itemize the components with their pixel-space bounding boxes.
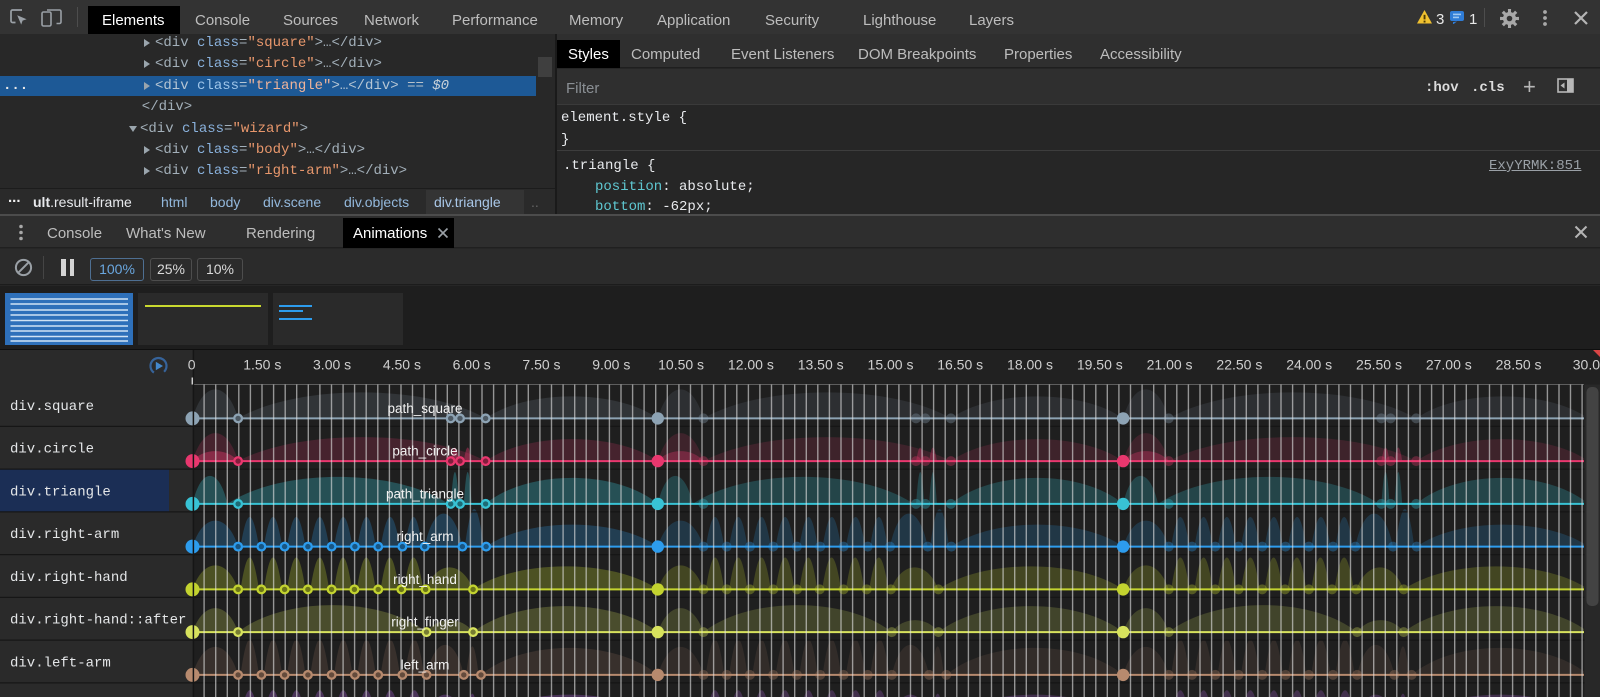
svg-text:15.00 s: 15.00 s [868,357,914,373]
svg-text:21.00 s: 21.00 s [1147,357,1193,373]
svg-text:div.square: div.square [10,399,94,415]
svg-text:19.50 s: 19.50 s [1077,357,1123,373]
svg-text:30.0: 30.0 [1573,357,1600,373]
svg-text:6.00 s: 6.00 s [453,357,491,373]
svg-text:16.50 s: 16.50 s [937,357,983,373]
svg-text:right_finger: right_finger [391,615,459,630]
svg-text:div.right-arm: div.right-arm [10,527,119,543]
svg-text:div.triangle: div.triangle [10,485,111,501]
svg-text:9.00 s: 9.00 s [592,357,630,373]
svg-text:18.00 s: 18.00 s [1007,357,1053,373]
svg-text:7.50 s: 7.50 s [522,357,560,373]
svg-text:24.00 s: 24.00 s [1286,357,1332,373]
svg-text:3.00 s: 3.00 s [313,357,351,373]
svg-text:div.circle: div.circle [10,442,94,458]
svg-text:path_square: path_square [387,401,462,416]
svg-text:22.50 s: 22.50 s [1216,357,1262,373]
svg-text:27.00 s: 27.00 s [1426,357,1472,373]
svg-text:right_hand: right_hand [393,572,457,587]
svg-text:left_arm: left_arm [401,657,450,672]
svg-text:right_arm: right_arm [396,529,453,544]
svg-text:div.left-arm: div.left-arm [10,656,111,672]
svg-text:12.00 s: 12.00 s [728,357,774,373]
svg-text:div.right-hand: div.right-hand [10,570,128,586]
svg-text:25.50 s: 25.50 s [1356,357,1402,373]
svg-text:path_circle: path_circle [392,444,457,459]
svg-text:4.50 s: 4.50 s [383,357,421,373]
svg-text:1.50 s: 1.50 s [243,357,281,373]
svg-text:13.50 s: 13.50 s [798,357,844,373]
svg-text:path_triangle: path_triangle [386,486,464,501]
svg-text:10.50 s: 10.50 s [658,357,704,373]
svg-text:0: 0 [188,357,196,373]
svg-text:div.right-hand::after: div.right-hand::after [10,613,186,629]
svg-text:28.50 s: 28.50 s [1496,357,1542,373]
